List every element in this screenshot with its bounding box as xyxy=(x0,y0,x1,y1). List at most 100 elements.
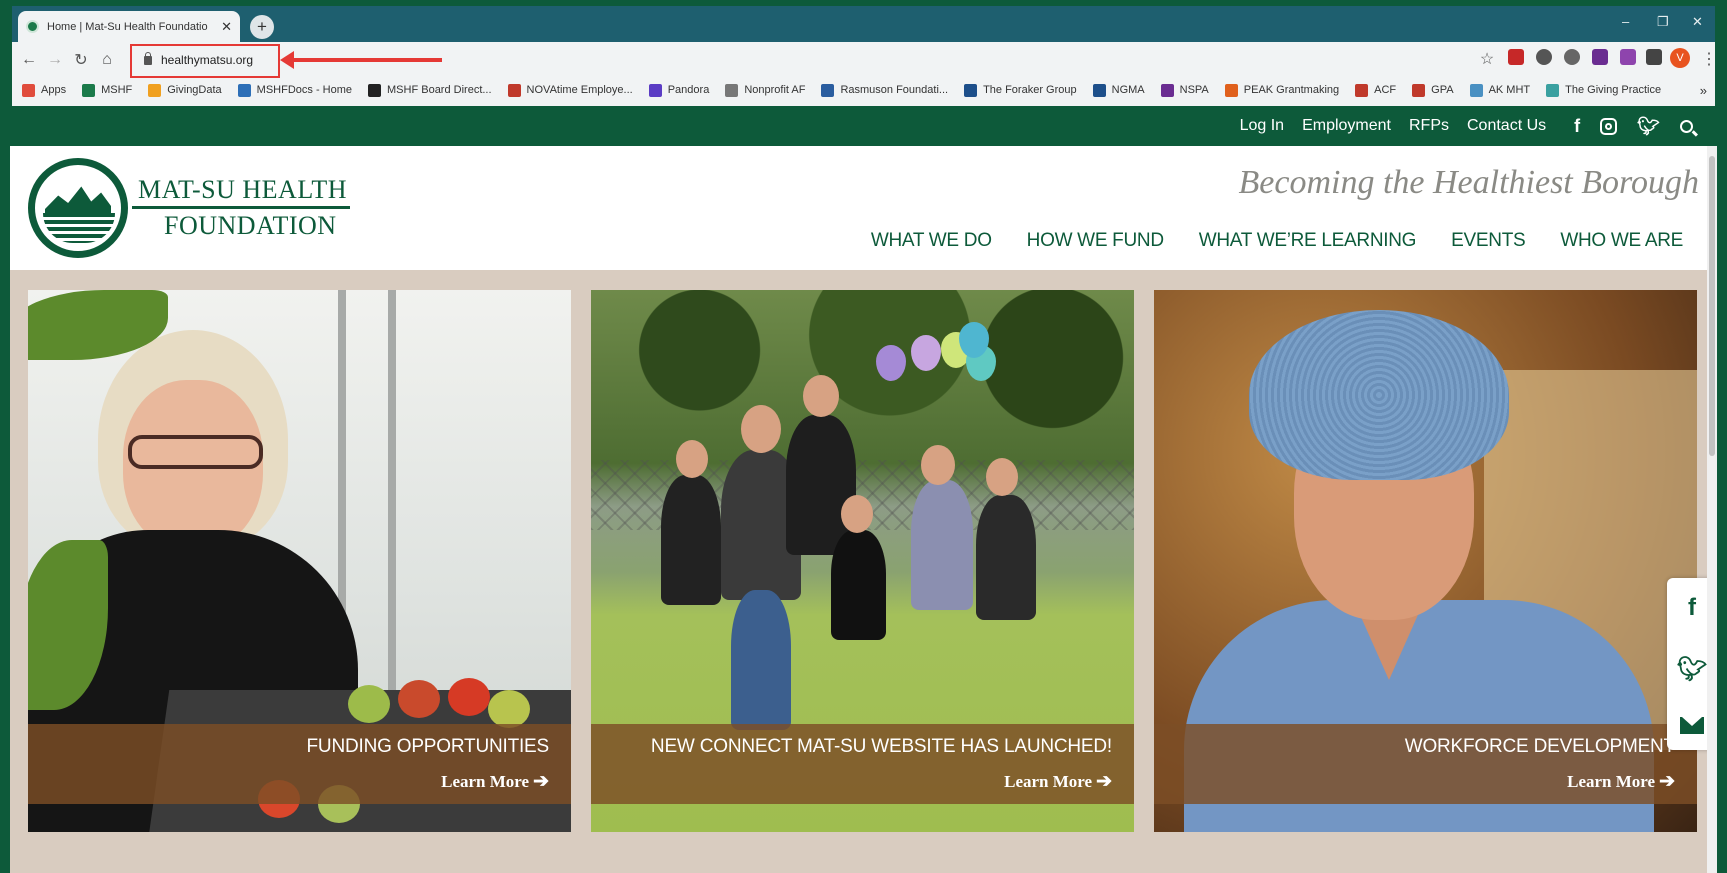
browser-tab-home[interactable]: Home | Mat-Su Health Foundatio ✕ xyxy=(18,11,240,42)
card-caption: FUNDING OPPORTUNITIES Learn More ➔ xyxy=(28,724,571,804)
bookmark-item[interactable]: NSPA xyxy=(1160,83,1209,97)
bookmark-item[interactable]: GivingData xyxy=(148,83,222,97)
nav-what-we-do[interactable]: WHAT WE DO xyxy=(871,230,992,252)
bookmark-label: AK MHT xyxy=(1488,84,1531,96)
share-facebook-icon[interactable]: f xyxy=(1688,594,1696,622)
card-title: NEW CONNECT MAT-SU WEBSITE HAS LAUNCHED! xyxy=(650,736,1112,757)
bookmark-label: PEAK Grantmaking xyxy=(1243,84,1340,96)
bookmark-item[interactable]: The Giving Practice xyxy=(1546,83,1662,97)
bookmark-label: MSHF xyxy=(101,84,133,96)
card-connect-mat-su[interactable]: NEW CONNECT MAT-SU WEBSITE HAS LAUNCHED!… xyxy=(591,290,1134,832)
bookmark-item[interactable]: NGMA xyxy=(1092,83,1145,97)
highlight-box xyxy=(130,44,280,78)
share-email-icon[interactable] xyxy=(1680,716,1704,734)
bookmark-star-icon[interactable]: ☆ xyxy=(1474,49,1500,69)
bookmark-label: GivingData xyxy=(167,84,222,96)
extension-icon-2[interactable] xyxy=(1564,49,1580,65)
bookmark-label: NSPA xyxy=(1179,84,1209,96)
bookmark-favicon-icon xyxy=(1224,83,1238,97)
bookmark-favicon-icon xyxy=(507,83,521,97)
bookmark-favicon-icon xyxy=(1092,83,1106,97)
nav-events[interactable]: EVENTS xyxy=(1451,230,1526,252)
arrow-right-icon: ➔ xyxy=(533,771,549,792)
tab-title: Home | Mat-Su Health Foundatio xyxy=(47,20,208,33)
bookmark-label: The Giving Practice xyxy=(1565,84,1662,96)
bookmark-label: GPA xyxy=(1431,84,1454,96)
card-caption: WORKFORCE DEVELOPMENT Learn More ➔ xyxy=(1154,724,1697,804)
bookmark-item[interactable]: Rasmuson Foundati... xyxy=(821,83,948,97)
extension-icon[interactable] xyxy=(1536,49,1552,65)
extension-icon-3[interactable] xyxy=(1592,49,1608,65)
new-tab-button[interactable]: + xyxy=(250,15,274,39)
bookmark-label: NGMA xyxy=(1111,84,1145,96)
bookmark-item[interactable]: Nonprofit AF xyxy=(725,83,805,97)
bookmark-label: Pandora xyxy=(667,84,710,96)
utility-bar: Log In Employment RFPs Contact Us f 🐦︎ xyxy=(10,106,1717,146)
nav-what-were-learning[interactable]: WHAT WE’RE LEARNING xyxy=(1199,230,1417,252)
bookmark-item[interactable]: MSHF Board Direct... xyxy=(368,83,492,97)
bookmark-item[interactable]: AK MHT xyxy=(1469,83,1531,97)
minimize-icon[interactable]: – xyxy=(1622,14,1629,29)
bookmark-item[interactable]: Pandora xyxy=(648,83,710,97)
bookmark-favicon-icon xyxy=(1469,83,1483,97)
facebook-icon[interactable]: f xyxy=(1574,116,1580,137)
close-tab-icon[interactable]: ✕ xyxy=(221,19,232,35)
bookmark-favicon-icon xyxy=(148,83,162,97)
bookmark-item[interactable]: GPA xyxy=(1412,83,1454,97)
logo-emblem-icon[interactable] xyxy=(28,158,128,258)
card-caption: NEW CONNECT MAT-SU WEBSITE HAS LAUNCHED!… xyxy=(591,724,1134,804)
pdf-extension-icon[interactable] xyxy=(1508,49,1524,65)
card-title: FUNDING OPPORTUNITIES xyxy=(306,736,550,757)
learn-more-link[interactable]: Learn More ➔ xyxy=(1004,770,1112,793)
twitter-icon[interactable]: 🐦︎ xyxy=(1637,116,1660,137)
back-icon[interactable]: ← xyxy=(16,51,42,69)
bookmark-favicon-icon xyxy=(22,83,35,97)
bookmark-item[interactable]: PEAK Grantmaking xyxy=(1224,83,1340,97)
scrollbar-thumb[interactable] xyxy=(1709,156,1715,456)
bookmark-item[interactable]: NOVAtime Employe... xyxy=(507,83,633,97)
close-window-icon[interactable]: ✕ xyxy=(1692,14,1703,30)
bookmark-item[interactable]: MSHF xyxy=(82,83,133,97)
bookmark-favicon-icon xyxy=(1546,83,1560,97)
nav-how-we-fund[interactable]: HOW WE FUND xyxy=(1027,230,1164,252)
instagram-icon[interactable] xyxy=(1600,117,1618,135)
page-scrollbar[interactable] xyxy=(1707,146,1717,873)
rfps-link[interactable]: RFPs xyxy=(1409,117,1449,135)
logo-wordmark[interactable]: MAT-SU HEALTH FOUNDATION xyxy=(138,172,347,244)
bookmark-item[interactable]: Apps xyxy=(22,83,66,97)
search-icon[interactable] xyxy=(1680,119,1693,133)
contact-us-link[interactable]: Contact Us xyxy=(1467,117,1546,135)
bookmark-item[interactable]: ACF xyxy=(1355,83,1396,97)
home-icon[interactable]: ⌂ xyxy=(94,51,120,69)
profile-avatar[interactable]: V xyxy=(1670,48,1690,68)
bookmark-label: MSHF Board Direct... xyxy=(387,84,492,96)
forward-icon[interactable]: → xyxy=(42,51,68,69)
bookmark-label: The Foraker Group xyxy=(983,84,1077,96)
learn-more-link[interactable]: Learn More ➔ xyxy=(441,770,549,793)
nav-who-we-are[interactable]: WHO WE ARE xyxy=(1560,230,1683,252)
bookmark-favicon-icon xyxy=(1412,83,1426,97)
menu-kebab-icon[interactable]: ⋮ xyxy=(1696,49,1722,69)
bookmark-item[interactable]: The Foraker Group xyxy=(964,83,1077,97)
bookmark-favicon-icon xyxy=(725,83,739,97)
restore-icon[interactable]: ❐ xyxy=(1657,14,1669,30)
card-title: WORKFORCE DEVELOPMENT xyxy=(1404,736,1675,757)
bookmark-label: MSHFDocs - Home xyxy=(256,84,353,96)
bookmark-favicon-icon xyxy=(648,83,662,97)
reload-icon[interactable]: ↻ xyxy=(68,50,94,70)
puzzle-extensions-icon[interactable] xyxy=(1646,49,1662,65)
employment-link[interactable]: Employment xyxy=(1302,117,1391,135)
bookmark-item[interactable]: MSHFDocs - Home xyxy=(237,83,353,97)
login-link[interactable]: Log In xyxy=(1240,117,1284,135)
browser-toolbar: ← → ↻ ⌂ healthymatsu.org ☆ V ⋮ xyxy=(12,42,1717,78)
card-workforce-development[interactable]: WORKFORCE DEVELOPMENT Learn More ➔ xyxy=(1154,290,1697,832)
extension-icon-4[interactable] xyxy=(1620,49,1636,65)
bookmarks-overflow-icon[interactable]: » xyxy=(1700,83,1707,98)
photo-trees xyxy=(591,290,1134,440)
card-funding-opportunities[interactable]: FUNDING OPPORTUNITIES Learn More ➔ xyxy=(28,290,571,832)
share-twitter-icon[interactable]: 🐦︎ xyxy=(1677,655,1707,684)
main-nav: WHAT WE DO HOW WE FUND WHAT WE’RE LEARNI… xyxy=(836,230,1683,252)
bookmark-label: NOVAtime Employe... xyxy=(526,84,633,96)
learn-more-link[interactable]: Learn More ➔ xyxy=(1567,770,1675,793)
bookmark-favicon-icon xyxy=(237,83,251,97)
